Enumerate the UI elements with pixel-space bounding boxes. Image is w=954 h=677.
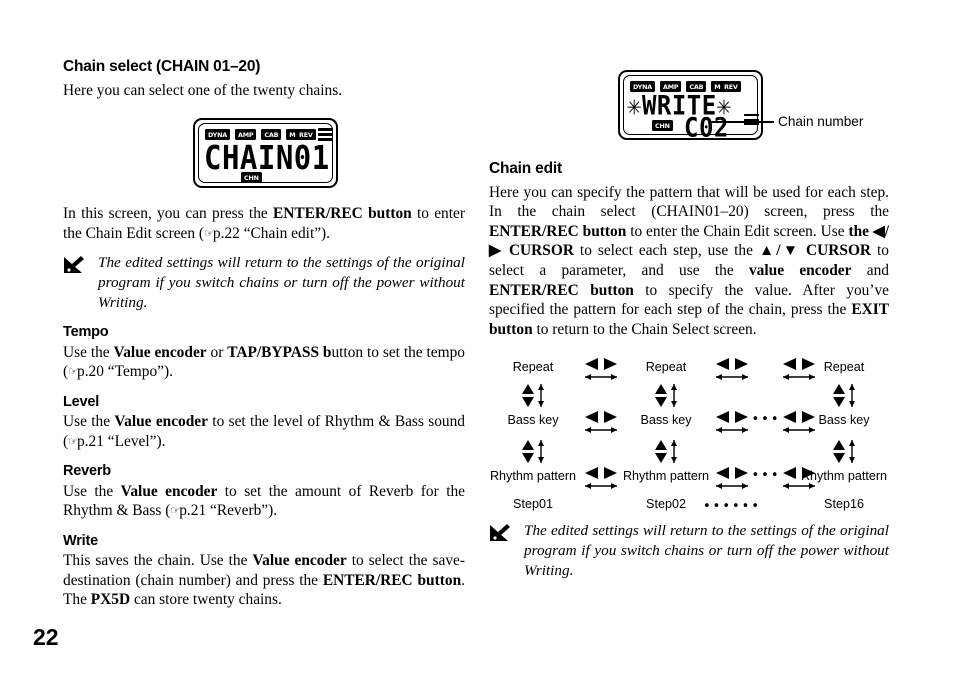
note-text-right: The edited settings will return to the s… (524, 522, 889, 579)
diagram-label-bass-key-col2: Bass key (640, 413, 692, 427)
section-write-run-0: This saves the chain. Use the (63, 552, 253, 570)
diagram-label-repeat-col3: Repeat (823, 360, 865, 374)
page-title-chain-edit: Chain edit (489, 160, 562, 177)
diagram-label-rhythm-pattern-col1: Rhythm pattern (489, 469, 577, 483)
diagram-vertical-arrows-col2-2 (651, 438, 681, 469)
section-write-run-1: Value encoder (252, 552, 347, 570)
diagram-horizontal-arrows-gutter2-row1 (709, 356, 755, 387)
page-number: 22 (33, 624, 59, 650)
diagram-vertical-arrows-col1-1 (518, 382, 548, 413)
pencil-note-icon (489, 523, 515, 543)
section-write-run-6: can store twenty chains. (130, 591, 282, 609)
chain-edit-text-run-4: to select each step, use the (573, 242, 759, 260)
section-level-run-0: Use the (63, 413, 115, 431)
chain-select-text-run-3: ☞ (204, 226, 214, 240)
chain-edit-text-run-5: ▲/▼ CURSOR (758, 242, 872, 260)
diagram-step-label-2: Step02 (646, 497, 686, 511)
section-tempo-run-2: or (206, 343, 228, 361)
diagram-label-repeat-col1: Repeat (512, 360, 554, 374)
manual-page: Chain select (CHAIN 01–20) Here you can … (0, 0, 954, 677)
pencil-note-icon (63, 255, 89, 275)
chain-select-text-run-1: ENTER/REC button (273, 205, 412, 223)
diagram-horizontal-arrows-gutter1-row3 (578, 465, 624, 496)
diagram-label-repeat-col2: Repeat (645, 360, 687, 374)
section-heading-level: Level (63, 393, 100, 410)
chain-edit-text-run-0: Here you can specify the pattern that wi… (489, 183, 889, 221)
lcd-line-chain01: CHAIN01 (204, 138, 330, 177)
chain-edit-paragraph: Here you can specify the pattern that wi… (489, 183, 889, 340)
diagram-vertical-arrows-col1-2 (518, 438, 548, 469)
section-reverb-run-4: p.21 “Reverb”). (179, 502, 278, 520)
diagram-horizontal-arrows-gutter3-row1 (776, 356, 822, 387)
diagram-step-label-3: Step16 (824, 497, 864, 511)
chain-edit-text-run-8: and (851, 261, 889, 279)
section-body-tempo: Use the Value encoder or TAP/BYPASS butt… (63, 343, 465, 382)
note-block-left: The edited settings will return to the s… (63, 253, 465, 312)
diagram-horizontal-arrows-gutter1-row2 (578, 409, 624, 440)
left-sections: Tempo Use the Value encoder or TAP/BYPASS… (63, 324, 465, 610)
diagram-horizontal-arrows-gutter1-row1 (578, 356, 624, 387)
diagram-horizontal-arrows-gutter2-row2 (709, 409, 755, 440)
chain-edit-text-run-12: to return to the Chain Select screen. (532, 320, 757, 338)
diagram-ellipsis-rhythm-pattern: ••• (751, 468, 781, 483)
section-level-run-3: ☞ (68, 434, 78, 448)
lcd-right-spacer (489, 58, 889, 160)
section-reverb-run-3: ☞ (170, 504, 180, 518)
chain-edit-text-run-1: ENTER/REC button (489, 222, 627, 240)
chain-select-intro: Here you can select one of the twenty ch… (63, 81, 343, 99)
section-heading-tempo: Tempo (63, 324, 109, 341)
section-body-level: Use the Value encoder to set the level o… (63, 412, 465, 451)
section-heading-reverb: Reverb (63, 463, 111, 480)
diagram-label-rhythm-pattern-col2: Rhythm pattern (622, 469, 710, 483)
chain-step-diagram: Repeat Bass key Rhythm pattern Repeat Bass k… (489, 352, 889, 514)
chain-select-text-run-4: p.22 “Chain edit”). (212, 224, 331, 242)
note-block-right: The edited settings will return to the s… (489, 521, 889, 580)
chain-edit-text-run-7: value encoder (748, 261, 852, 279)
diagram-horizontal-arrows-gutter3-row2 (776, 409, 822, 440)
section-tempo-run-1: Value encoder (113, 343, 207, 361)
diagram-label-bass-key-col3: Bass key (818, 413, 870, 427)
chain-select-paragraph: In this screen, you can press the ENTER/… (63, 204, 465, 243)
diagram-horizontal-arrows-gutter2-row3 (709, 465, 755, 496)
diagram-ellipsis-steps: •••••• (702, 499, 762, 514)
section-heading-write: Write (63, 532, 98, 549)
section-tempo-run-5: ☞ (68, 365, 78, 379)
diagram-horizontal-arrows-gutter3-row3 (776, 465, 822, 496)
section-body-write: This saves the chain. Use the Value enco… (63, 551, 465, 610)
diagram-vertical-arrows-col3-2 (829, 438, 859, 469)
section-reverb-run-1: Value encoder (120, 482, 218, 500)
section-level-run-4: p.21 “Level”). (77, 432, 166, 450)
diagram-ellipsis-bass-key: ••• (751, 412, 781, 427)
chain-select-text-run-0: In this screen, you can press the (63, 205, 273, 223)
section-reverb-run-0: Use the (63, 482, 121, 500)
lcd-tag-group-chn-left: CHN (241, 172, 262, 184)
section-tempo-run-3: TAP/BYPASS b (227, 343, 332, 361)
section-tempo-run-6: p.20 “Tempo”). (77, 363, 173, 381)
note-text-left: The edited settings will return to the s… (98, 254, 465, 311)
chain-edit-text-run-2: to enter the Chain Edit screen. Use (626, 222, 849, 240)
chain-edit-text-run-9: ENTER/REC button (489, 281, 634, 299)
section-write-run-3: ENTER/REC button (322, 571, 462, 589)
diagram-vertical-arrows-col2-1 (651, 382, 681, 413)
diagram-step-label-1: Step01 (513, 497, 553, 511)
lcd-display-chain-select: DYNA AMP CAB MOD REV CHAIN01 CHN (193, 118, 338, 188)
page-title-chain-select: Chain select (CHAIN 01–20) (63, 58, 261, 75)
section-body-reverb: Use the Value encoder to set the amount … (63, 482, 465, 521)
diagram-vertical-arrows-col3-1 (829, 382, 859, 413)
section-write-run-5: PX5D (90, 591, 131, 609)
diagram-label-bass-key-col1: Bass key (507, 413, 559, 427)
tag-chn: CHN (241, 172, 262, 184)
section-tempo-run-0: Use the (63, 343, 114, 361)
section-level-run-1: Value encoder (114, 413, 208, 431)
